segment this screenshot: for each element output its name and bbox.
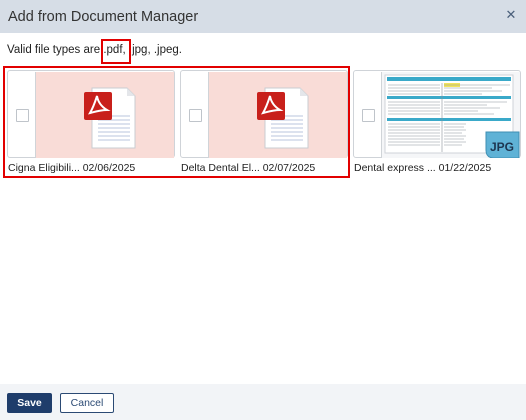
save-button[interactable]: Save — [7, 393, 52, 413]
document-label: Delta Dental El... 02/07/2025 — [181, 162, 315, 174]
file-types-rest: , .jpg, .jpeg. — [122, 44, 182, 56]
document-date: 02/07/2025 — [262, 162, 316, 174]
pdf-type-highlight: .pdf — [101, 39, 132, 64]
cancel-button[interactable]: Cancel — [60, 393, 114, 413]
document-checkbox[interactable] — [16, 109, 29, 122]
file-types-prefix: Valid file types are — [7, 44, 101, 56]
document-label: Cigna Eligibili... 02/06/2025 — [8, 162, 135, 174]
document-name: Cigna Eligibili... — [8, 162, 80, 174]
document-thumbnail — [35, 72, 174, 158]
close-icon[interactable]: ✕ — [504, 9, 518, 23]
document-date: 01/22/2025 — [438, 162, 492, 174]
document-date: 02/06/2025 — [82, 162, 136, 174]
valid-file-types-text: Valid file types are .pdf, .jpg, .jpeg. — [7, 39, 182, 64]
document-card-box — [180, 70, 348, 158]
document-manager-dialog: Add from Document Manager ✕ Valid file t… — [0, 0, 526, 420]
document-name: Delta Dental El... — [181, 162, 260, 174]
document-checkbox[interactable] — [362, 109, 375, 122]
document-thumbnail — [208, 72, 347, 158]
document-thumbnail: JPG — [381, 72, 520, 159]
pdf-icon — [84, 87, 136, 149]
dialog-title: Add from Document Manager — [8, 8, 199, 25]
document-name: Dental express ... — [354, 162, 436, 174]
document-card[interactable]: Delta Dental El... 02/07/2025 — [180, 70, 348, 175]
jpg-badge-text: JPG — [490, 140, 514, 154]
document-card-box: JPG — [353, 70, 521, 159]
dialog-header: Add from Document Manager ✕ — [0, 0, 526, 33]
document-label: Dental express ... 01/22/2025 — [354, 162, 491, 174]
document-checkbox[interactable] — [189, 109, 202, 122]
pdf-icon — [257, 87, 309, 149]
document-card[interactable]: JPG Dental express ... 01/22/2025 — [353, 70, 521, 175]
jpg-icon: JPG — [384, 74, 520, 159]
document-card[interactable]: Cigna Eligibili... 02/06/2025 — [7, 70, 175, 175]
document-card-box — [7, 70, 175, 158]
